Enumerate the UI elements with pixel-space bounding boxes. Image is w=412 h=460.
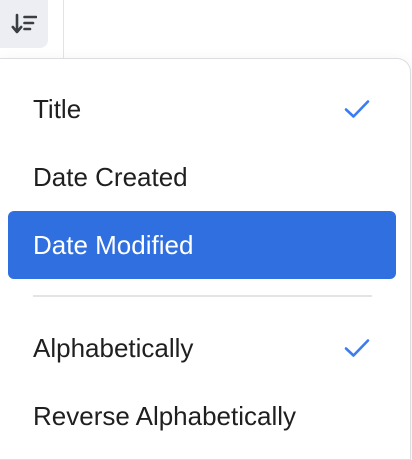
menu-item-alphabetically[interactable]: Alphabetically bbox=[8, 314, 396, 382]
menu-item-label: Date Created bbox=[33, 161, 188, 192]
sort-descending-icon bbox=[11, 13, 37, 34]
menu-item-reverse-alphabetically[interactable]: Reverse Alphabetically bbox=[8, 382, 396, 450]
checkmark-icon bbox=[344, 339, 370, 357]
checkmark-icon bbox=[344, 100, 370, 118]
menu-item-date-modified[interactable]: Date Modified bbox=[8, 211, 396, 279]
sort-button[interactable] bbox=[0, 0, 48, 48]
menu-item-date-created[interactable]: Date Created bbox=[8, 143, 396, 211]
menu-item-title[interactable]: Title bbox=[8, 75, 396, 143]
app-stage: Title Date Created Date Modified Alphabe… bbox=[0, 0, 412, 460]
menu-item-label: Alphabetically bbox=[33, 332, 194, 363]
menu-item-label: Reverse Alphabetically bbox=[33, 400, 297, 431]
menu-separator bbox=[33, 295, 372, 297]
menu-item-label: Title bbox=[33, 93, 82, 124]
toolbar-divider bbox=[63, 0, 64, 58]
sort-menu: Title Date Created Date Modified Alphabe… bbox=[0, 58, 411, 460]
menu-item-label: Date Modified bbox=[33, 229, 194, 260]
